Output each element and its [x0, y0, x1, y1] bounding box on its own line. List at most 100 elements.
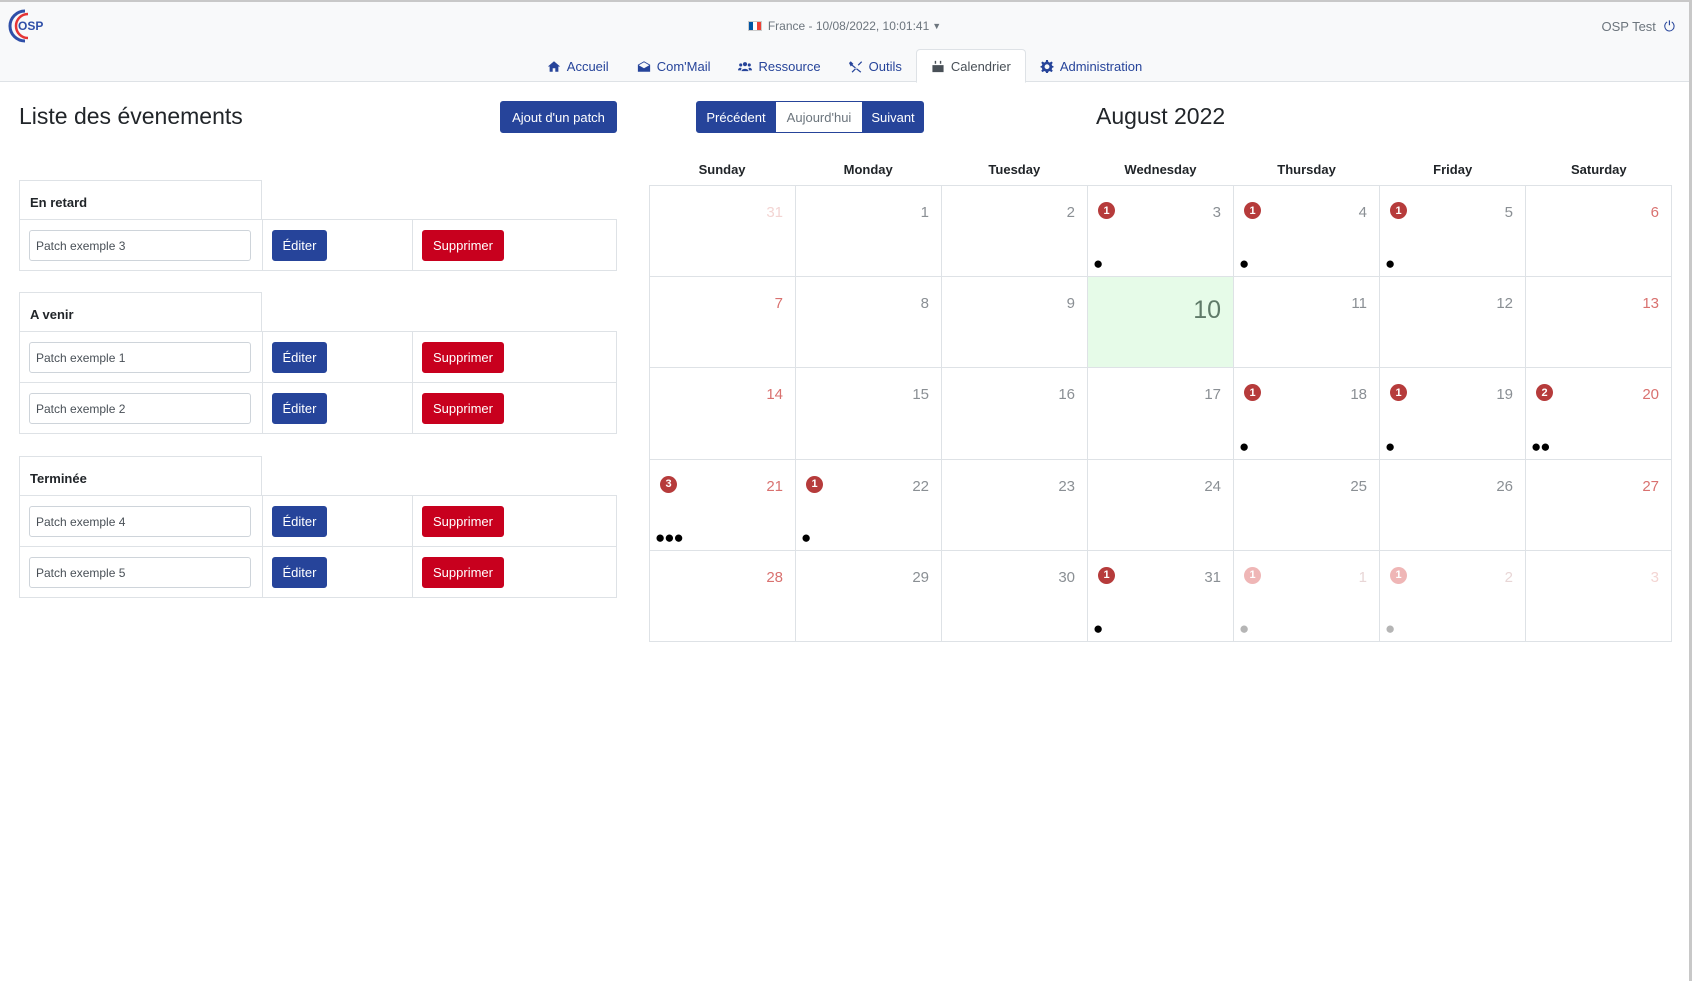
calendar-day-cell[interactable]: 26 — [1380, 459, 1526, 551]
patch-name-input[interactable] — [29, 230, 251, 261]
day-number: 25 — [1350, 477, 1367, 495]
today-button[interactable]: Aujourd'hui — [776, 101, 862, 133]
calendar-day-cell[interactable]: 27 — [1526, 459, 1672, 551]
tab-commail[interactable]: Com'Mail — [623, 49, 725, 83]
calendar-day-cell[interactable]: 7 — [650, 277, 796, 369]
event-count-badge[interactable]: 1 — [1244, 202, 1261, 219]
day-number: 18 — [1350, 386, 1367, 404]
event-count-badge[interactable]: 1 — [1390, 566, 1407, 584]
calendar-day-cell[interactable]: 15 — [796, 368, 942, 460]
edit-button[interactable]: Éditer — [272, 342, 327, 373]
patch-name-input[interactable] — [29, 393, 251, 424]
event-count-badge[interactable]: 1 — [1244, 384, 1261, 402]
event-count-badge[interactable]: 1 — [1244, 566, 1261, 584]
day-number: 16 — [1058, 386, 1075, 404]
next-button[interactable]: Suivant — [862, 101, 924, 133]
calendar-day-cell[interactable]: 13 — [1526, 277, 1672, 369]
calendar-day-cell[interactable]: 31 1 ● — [1088, 550, 1234, 642]
calendar-day-cell[interactable]: 5 1 ● — [1380, 186, 1526, 278]
calendar-day-cell[interactable]: 14 — [650, 368, 796, 460]
calendar-day-cell[interactable]: 24 — [1088, 459, 1234, 551]
calendar-day-cell[interactable]: 11 — [1234, 277, 1380, 369]
calendar-day-cell[interactable]: 2 1 ● — [1380, 550, 1526, 642]
event-dots[interactable]: ● — [1385, 438, 1395, 455]
event-dots[interactable]: ● — [801, 529, 811, 546]
tab-outils[interactable]: Outils — [835, 49, 916, 83]
weekday-label: Sunday — [698, 162, 746, 177]
edit-button[interactable]: Éditer — [272, 393, 327, 424]
calendar-day-cell[interactable]: 20 2 ●● — [1526, 368, 1672, 460]
calendar-day-cell[interactable]: 10 — [1088, 277, 1234, 369]
event-dots[interactable]: ● — [1093, 620, 1103, 637]
patch-name-input[interactable] — [29, 506, 251, 537]
event-count-badge[interactable]: 1 — [1390, 384, 1407, 402]
event-count-badge[interactable]: 3 — [660, 475, 677, 493]
delete-button[interactable]: Supprimer — [422, 393, 504, 424]
calendar-day-cell[interactable]: 6 — [1526, 186, 1672, 278]
event-count-badge[interactable]: 1 — [806, 475, 823, 493]
edit-button[interactable]: Éditer — [272, 506, 327, 537]
calendar-day-cell[interactable]: 21 3 ●●● — [650, 459, 796, 551]
edit-button[interactable]: Éditer — [272, 557, 327, 588]
calendar-day-cell[interactable]: 22 1 ● — [796, 459, 942, 551]
event-dots[interactable]: ● — [1093, 255, 1103, 272]
day-number: 14 — [766, 386, 783, 404]
group-title: A venir — [19, 292, 262, 332]
calendar-day-cell[interactable]: 31 — [650, 186, 796, 278]
calendar-day-cell[interactable]: 30 — [942, 550, 1088, 642]
calendar-day-cell[interactable]: 18 1 ● — [1234, 368, 1380, 460]
delete-button[interactable]: Supprimer — [422, 230, 504, 261]
group-title: Terminée — [19, 456, 262, 496]
event-count-badge[interactable]: 2 — [1536, 384, 1553, 402]
power-icon[interactable]: ⏻ — [1664, 18, 1675, 34]
event-count-badge[interactable]: 1 — [1098, 202, 1115, 219]
calendar-day-cell[interactable]: 2 — [942, 186, 1088, 278]
tab-ressource[interactable]: Ressource — [724, 49, 834, 83]
previous-button[interactable]: Précédent — [696, 101, 776, 133]
event-dots[interactable]: ● — [1385, 255, 1395, 272]
event-dots[interactable]: ● — [1385, 620, 1395, 637]
day-number: 31 — [1204, 568, 1221, 586]
add-patch-button[interactable]: Ajout d'un patch — [500, 101, 617, 133]
patch-name-input[interactable] — [29, 557, 251, 588]
locale-selector[interactable]: France - 10/08/2022, 10:01:41 ▼ — [0, 19, 1689, 33]
event-dots[interactable]: ●● — [1531, 438, 1551, 455]
calendar-day-cell[interactable]: 1 1 ● — [1234, 550, 1380, 642]
calendar-day-cell[interactable]: 17 — [1088, 368, 1234, 460]
day-number: 8 — [920, 295, 929, 313]
calendar-day-cell[interactable]: 9 — [942, 277, 1088, 369]
day-number: 31 — [766, 204, 783, 221]
event-count-badge[interactable]: 1 — [1390, 202, 1407, 219]
event-dots[interactable]: ● — [1239, 438, 1249, 455]
delete-button[interactable]: Supprimer — [422, 557, 504, 588]
weekday-label: Saturday — [1570, 162, 1627, 177]
tab-calendrier[interactable]: Calendrier — [915, 49, 1026, 83]
calendar-day-cell[interactable]: 8 — [796, 277, 942, 369]
patch-name-input[interactable] — [29, 342, 251, 373]
calendar-day-cell[interactable]: 16 — [942, 368, 1088, 460]
user-name[interactable]: OSP Test — [1601, 19, 1655, 34]
calendar-day-cell[interactable]: 29 — [796, 550, 942, 642]
event-dots[interactable]: ● — [1239, 620, 1249, 637]
calendar-day-cell[interactable]: 12 — [1380, 277, 1526, 369]
delete-button[interactable]: Supprimer — [422, 342, 504, 373]
weekday-header: Sunday Monday Tuesday Wednesday Thursday… — [649, 162, 1672, 177]
event-dots[interactable]: ●●● — [655, 529, 684, 546]
calendar-day-cell[interactable]: 3 1 ● — [1088, 186, 1234, 278]
calendar-day-cell[interactable]: 23 — [942, 459, 1088, 551]
caret-down-icon: ▼ — [932, 21, 942, 31]
event-count-badge[interactable]: 1 — [1098, 566, 1115, 584]
calendar-day-cell[interactable]: 1 — [796, 186, 942, 278]
tab-accueil[interactable]: Accueil — [533, 49, 623, 83]
delete-button[interactable]: Supprimer — [422, 506, 504, 537]
event-dots[interactable]: ● — [1239, 255, 1249, 272]
event-row: Éditer Supprimer — [19, 495, 617, 547]
calendar-day-cell[interactable]: 3 — [1526, 550, 1672, 642]
day-number: 30 — [1058, 568, 1075, 586]
calendar-day-cell[interactable]: 19 1 ● — [1380, 368, 1526, 460]
edit-button[interactable]: Éditer — [272, 230, 327, 261]
tab-administration[interactable]: Administration — [1026, 49, 1156, 83]
calendar-day-cell[interactable]: 25 — [1234, 459, 1380, 551]
calendar-day-cell[interactable]: 28 — [650, 550, 796, 642]
calendar-day-cell[interactable]: 4 1 ● — [1234, 186, 1380, 278]
